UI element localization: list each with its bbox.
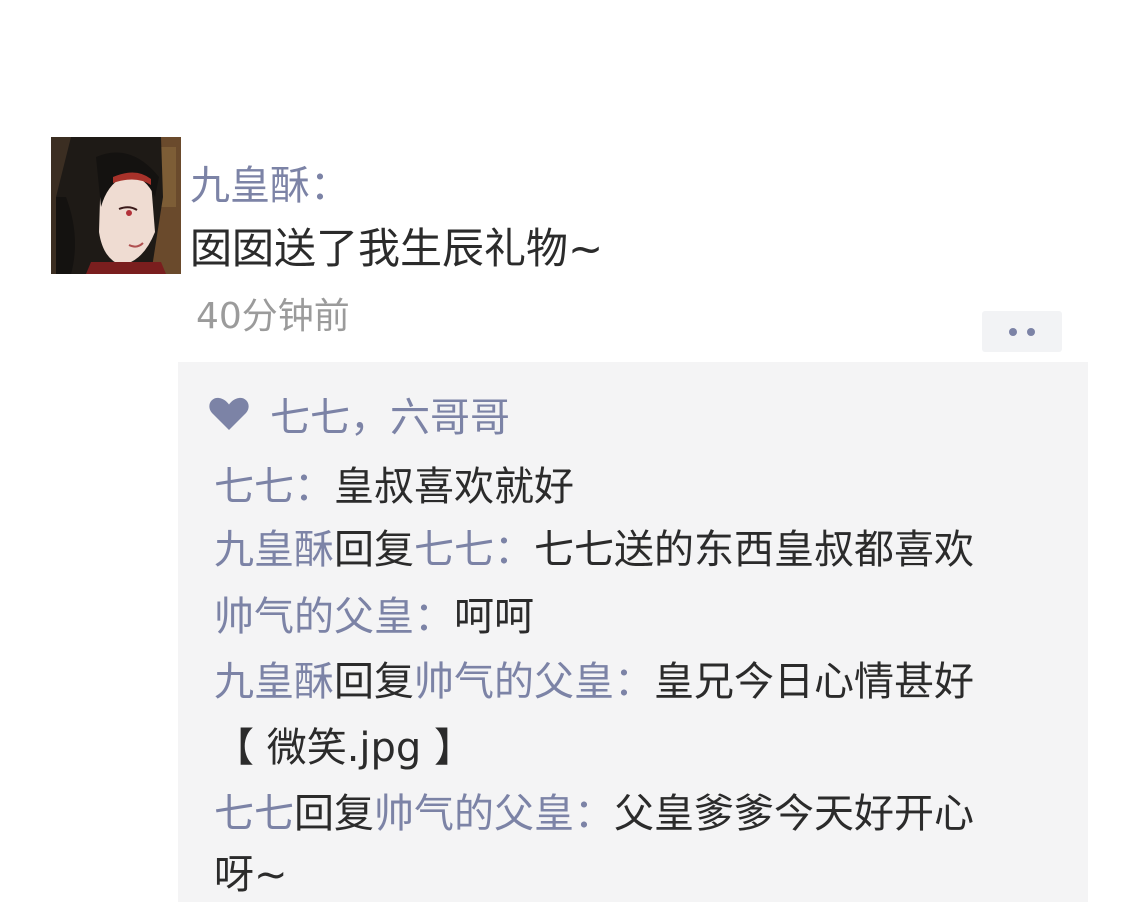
comment-colon: ： <box>614 659 654 705</box>
reply-word: 回复 <box>334 527 414 573</box>
comment-text: 呀~ <box>214 852 288 898</box>
comment-row[interactable]: 七七：皇叔喜欢就好 <box>214 458 1084 516</box>
comment-text: 父皇爹爹今天好开心 <box>614 791 974 837</box>
commenter-name[interactable]: 九皇酥 <box>214 527 334 573</box>
commenter-name[interactable]: 九皇酥 <box>214 659 334 705</box>
reply-to-name[interactable]: 帅气的父皇 <box>374 791 574 837</box>
reply-word: 回复 <box>294 791 374 837</box>
comment-text: 呵呵 <box>454 594 534 640</box>
comment-colon: ： <box>574 791 614 837</box>
more-options-button[interactable] <box>982 311 1062 352</box>
avatar-portrait-image <box>51 137 181 274</box>
post-timestamp: 40分钟前 <box>196 296 350 337</box>
post-author[interactable]: 九皇酥： <box>190 160 350 212</box>
comment-text: 皇叔喜欢就好 <box>334 464 574 510</box>
comment-row[interactable]: 七七回复帅气的父皇：父皇爹爹今天好开心 <box>214 785 1084 843</box>
post-content: 囡囡送了我生辰礼物~ <box>190 224 604 273</box>
comment-colon: ： <box>294 464 334 510</box>
reply-word: 回复 <box>334 659 414 705</box>
likes-row: 七七，六哥哥 <box>208 386 510 442</box>
comment-text: 【 微笑.jpg 】 <box>214 725 475 771</box>
comment-row[interactable]: 帅气的父皇：呵呵 <box>214 588 1084 646</box>
comment-continuation: 呀~ <box>214 846 1084 904</box>
comment-colon: ： <box>494 527 534 573</box>
likes-names[interactable]: 七七，六哥哥 <box>270 385 510 443</box>
comment-colon: ： <box>414 594 454 640</box>
heart-icon <box>209 397 249 430</box>
comment-text: 七七送的东西皇叔都喜欢 <box>534 527 974 573</box>
commenter-name[interactable]: 七七 <box>214 464 294 510</box>
reply-to-name[interactable]: 七七 <box>414 527 494 573</box>
reply-to-name[interactable]: 帅气的父皇 <box>414 659 614 705</box>
more-dots-icon <box>1027 327 1035 336</box>
comment-continuation: 【 微笑.jpg 】 <box>214 719 1084 777</box>
commenter-name[interactable]: 帅气的父皇 <box>214 594 414 640</box>
comment-row[interactable]: 九皇酥回复七七：七七送的东西皇叔都喜欢 <box>214 521 1084 579</box>
comment-text: 皇兄今日心情甚好 <box>654 659 974 705</box>
avatar[interactable] <box>51 137 181 274</box>
more-dots-icon <box>1009 327 1017 336</box>
commenter-name[interactable]: 七七 <box>214 791 294 837</box>
comment-row[interactable]: 九皇酥回复帅气的父皇：皇兄今日心情甚好 <box>214 653 1084 711</box>
